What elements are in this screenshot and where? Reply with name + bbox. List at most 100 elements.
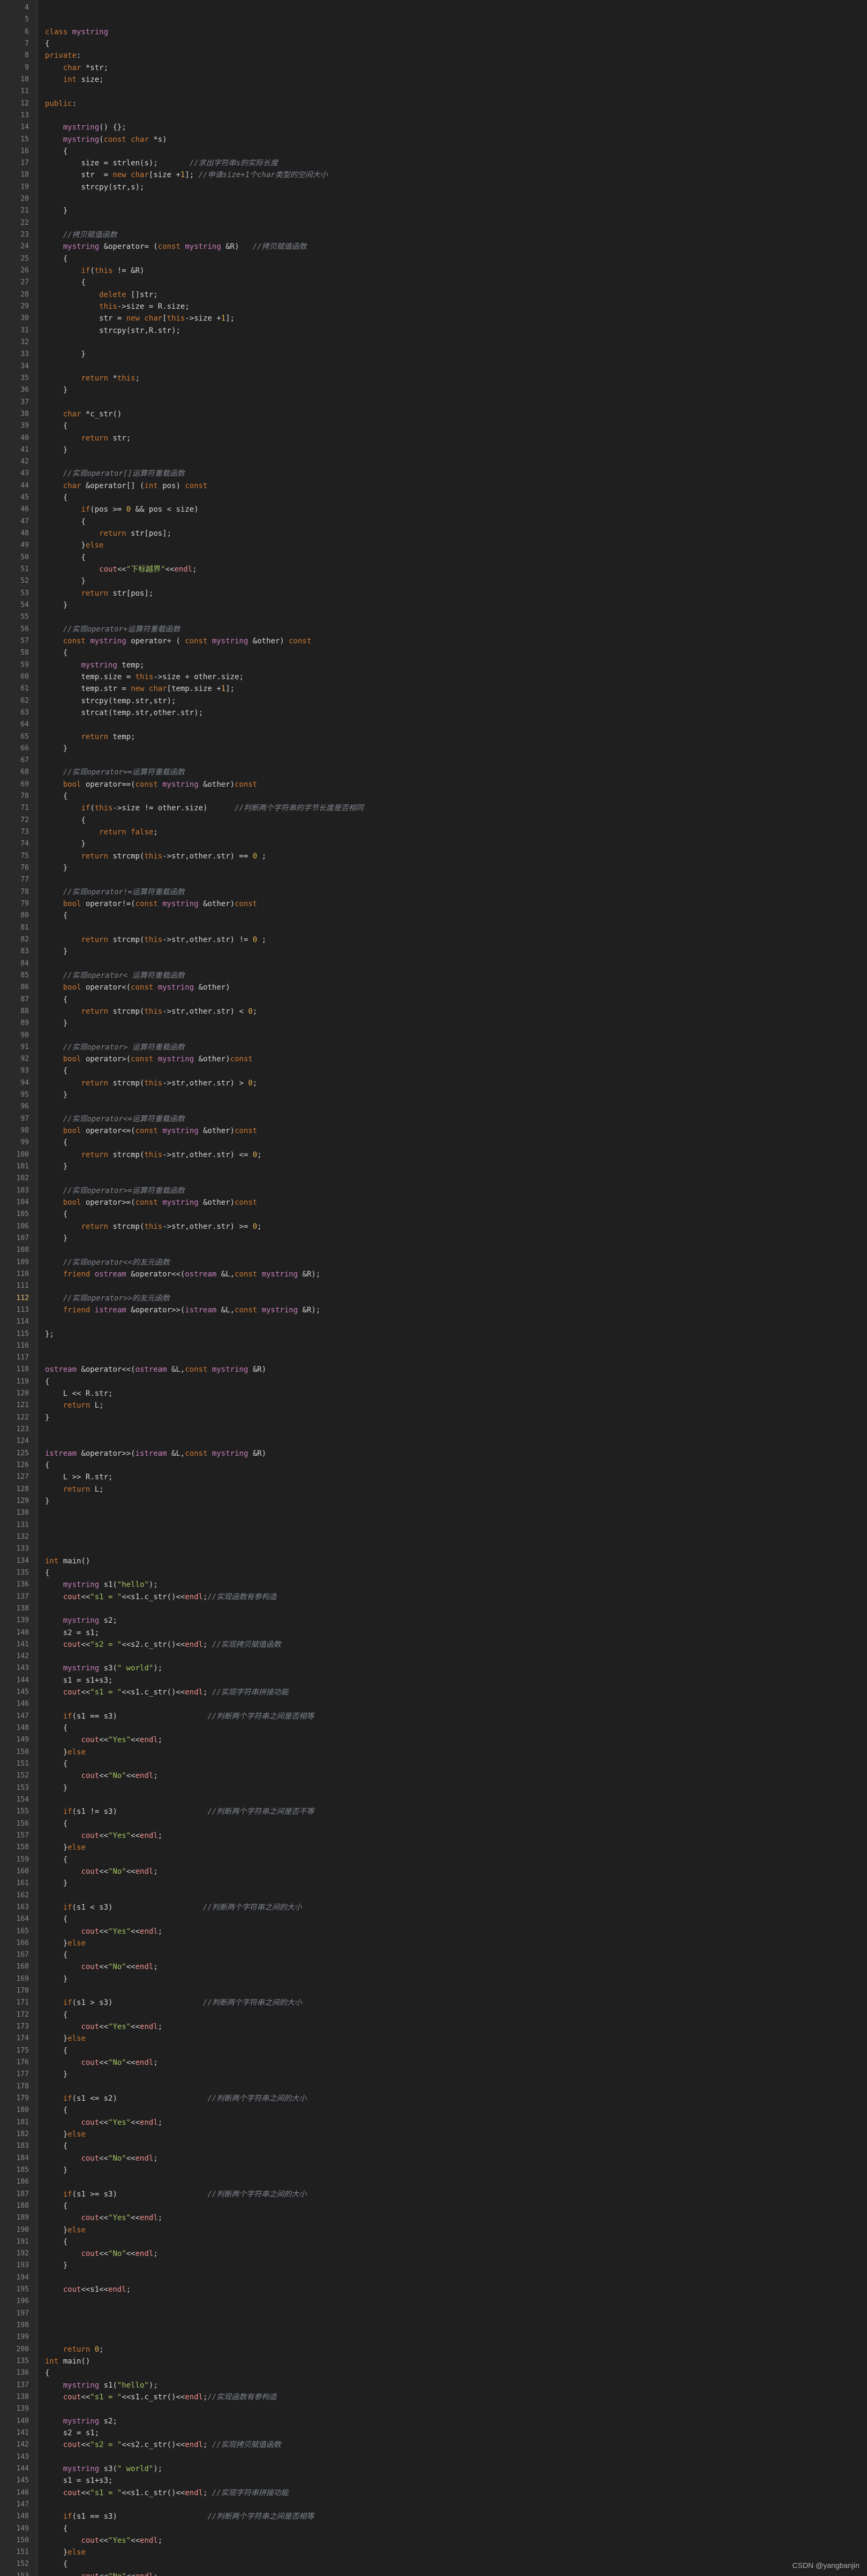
code-line[interactable]: 145 s1 = s1+s3; [0,2475,867,2487]
code-line[interactable]: 87 { [0,994,867,1006]
code-line[interactable]: 124 [0,1435,867,1447]
code-line[interactable]: 112 //实现operator>>的友元函数 [0,1293,867,1304]
code-line[interactable]: 44 char &operator[] (int pos) const [0,480,867,492]
code-line[interactable]: 29 this->size = R.size; [0,301,867,313]
code-line[interactable]: 165 cout<<"Yes"<<endl; [0,1926,867,1937]
code-line[interactable]: 178 [0,2081,867,2093]
code-line[interactable]: 128 return L; [0,1484,867,1495]
code-line[interactable]: 75 return strcmp(this->str,other.str) ==… [0,850,867,862]
code-line[interactable]: 152 cout<<"No"<<endl; [0,1770,867,1782]
code-line[interactable]: 108 [0,1244,867,1256]
code-line[interactable]: 86 bool operator<(const mystring &other) [0,982,867,993]
code-line[interactable]: 68 //实现operator==运算符重载函数 [0,766,867,778]
code-line[interactable]: 183 { [0,2140,867,2152]
code-line[interactable]: 88 return strcmp(this->str,other.str) < … [0,1006,867,1017]
code-line[interactable]: 150 }else [0,1746,867,1758]
code-line[interactable]: 167 { [0,1949,867,1961]
code-line[interactable]: 125 istream &operator>>(istream &L,const … [0,1448,867,1460]
code-line[interactable]: 111 [0,1280,867,1292]
code-line[interactable]: 195 cout<<s1<<endl; [0,2284,867,2296]
code-line[interactable]: 174 }else [0,2033,867,2045]
code-line[interactable]: 84 [0,958,867,970]
code-line[interactable]: 161 } [0,1878,867,1889]
code-line[interactable]: 186 [0,2176,867,2188]
code-line[interactable]: 54 } [0,599,867,611]
code-line[interactable]: 141 cout<<"s2 = "<<s2.c_str()<<endl; //实… [0,1639,867,1651]
code-line[interactable]: 123 [0,1424,867,1435]
code-line[interactable]: 12 public: [0,98,867,110]
code-line[interactable]: 90 [0,1030,867,1042]
code-line[interactable]: 180 { [0,2104,867,2116]
code-line[interactable]: 9 char *str; [0,62,867,74]
code-line[interactable]: 6 class mystring [0,26,867,38]
code-line[interactable]: 79 bool operator!=(const mystring &other… [0,898,867,910]
code-line[interactable]: 144 mystring s3(" world"); [0,2463,867,2475]
code-line[interactable]: 80 { [0,910,867,922]
code-line[interactable]: 61 temp.str = new char[temp.size +1]; [0,683,867,695]
code-line[interactable]: 69 bool operator==(const mystring &other… [0,779,867,791]
code-line[interactable]: 33 } [0,348,867,360]
code-line[interactable]: 105 { [0,1209,867,1220]
code-line[interactable]: 41 } [0,444,867,456]
code-line[interactable]: 47 { [0,516,867,528]
code-line[interactable]: 137 cout<<"s1 = "<<s1.c_str()<<endl;//实现… [0,1591,867,1603]
code-line[interactable]: 135 int main() [0,2355,867,2367]
code-line[interactable]: 168 cout<<"No"<<endl; [0,1961,867,1973]
code-line[interactable]: 28 delete []str; [0,289,867,301]
code-line[interactable]: 59 mystring temp; [0,659,867,671]
code-line[interactable]: 129} [0,1495,867,1507]
code-line[interactable]: 140 mystring s2; [0,2415,867,2427]
code-line[interactable]: 83 } [0,946,867,958]
code-line[interactable]: 15 mystring(const char *s) [0,134,867,146]
code-line[interactable]: 160 cout<<"No"<<endl; [0,1866,867,1878]
code-line[interactable]: 113 friend istream &operator>>(istream &… [0,1304,867,1316]
code-line[interactable]: 157 cout<<"Yes"<<endl; [0,1830,867,1842]
code-line[interactable]: 40 return str; [0,432,867,444]
code-line[interactable]: 188 { [0,2200,867,2212]
code-line[interactable]: 72 { [0,815,867,826]
code-line[interactable]: 92 bool operator>(const mystring &other)… [0,1053,867,1065]
code-line[interactable]: 166 }else [0,1937,867,1949]
code-line[interactable]: 151 { [0,1758,867,1770]
code-line[interactable]: 38 char *c_str() [0,408,867,420]
code-line[interactable]: 185 } [0,2164,867,2176]
code-line[interactable]: 91 //实现operator> 运算符重载函数 [0,1042,867,1053]
code-line[interactable]: 30 str = new char[this->size +1]; [0,313,867,324]
code-line[interactable]: 150 cout<<"Yes"<<endl; [0,2535,867,2547]
code-line[interactable]: 196 [0,2296,867,2307]
code-line[interactable]: 170 [0,1985,867,1997]
code-line[interactable]: 146 cout<<"s1 = "<<s1.c_str()<<endl; //实… [0,2487,867,2499]
code-line[interactable]: 190 }else [0,2224,867,2236]
code-line[interactable]: 126 { [0,1460,867,1471]
code-line[interactable]: 177 } [0,2069,867,2080]
code-line[interactable]: 172 { [0,2009,867,2021]
code-line[interactable]: 133 [0,1543,867,1555]
code-line[interactable]: 171 if(s1 > s3) //判断两个字符串之间的大小 [0,1997,867,2009]
code-line[interactable]: 179 if(s1 <= s2) //判断两个字符串之间的大小 [0,2093,867,2104]
code-line[interactable]: 74 } [0,838,867,850]
code-line[interactable]: 136 { [0,2367,867,2379]
code-line[interactable]: 4 [0,2,867,14]
code-line[interactable]: 13 [0,110,867,121]
code-line[interactable]: 60 temp.size = this->size + other.size; [0,671,867,683]
code-line[interactable]: 159 { [0,1854,867,1866]
code-line[interactable]: 85 //实现operator< 运算符重载函数 [0,970,867,982]
code-line[interactable]: 197 [0,2308,867,2320]
code-line[interactable]: 194 [0,2272,867,2284]
code-line[interactable]: 106 return strcmp(this->str,other.str) >… [0,1221,867,1233]
code-line[interactable]: 169 } [0,1973,867,1985]
code-line[interactable]: 34 [0,361,867,373]
code-line[interactable]: 149 { [0,2523,867,2535]
code-line[interactable]: 89 } [0,1017,867,1029]
code-line[interactable]: 173 cout<<"Yes"<<endl; [0,2021,867,2033]
code-line[interactable]: 62 strcpy(temp.str,str); [0,695,867,707]
code-line[interactable]: 135 { [0,1567,867,1579]
code-line[interactable]: 144 s1 = s1+s3; [0,1675,867,1686]
code-line[interactable]: 122} [0,1412,867,1424]
code-line[interactable]: 147 [0,2499,867,2511]
code-line[interactable]: 65 return temp; [0,731,867,743]
code-line[interactable]: 73 return false; [0,826,867,838]
code-line[interactable]: 24 mystring &operator= (const mystring &… [0,241,867,253]
code-line[interactable]: 138 cout<<"s1 = "<<s1.c_str()<<endl;//实现… [0,2391,867,2403]
code-line[interactable]: 187 if(s1 >= s3) //判断两个字符串之间的大小 [0,2189,867,2200]
